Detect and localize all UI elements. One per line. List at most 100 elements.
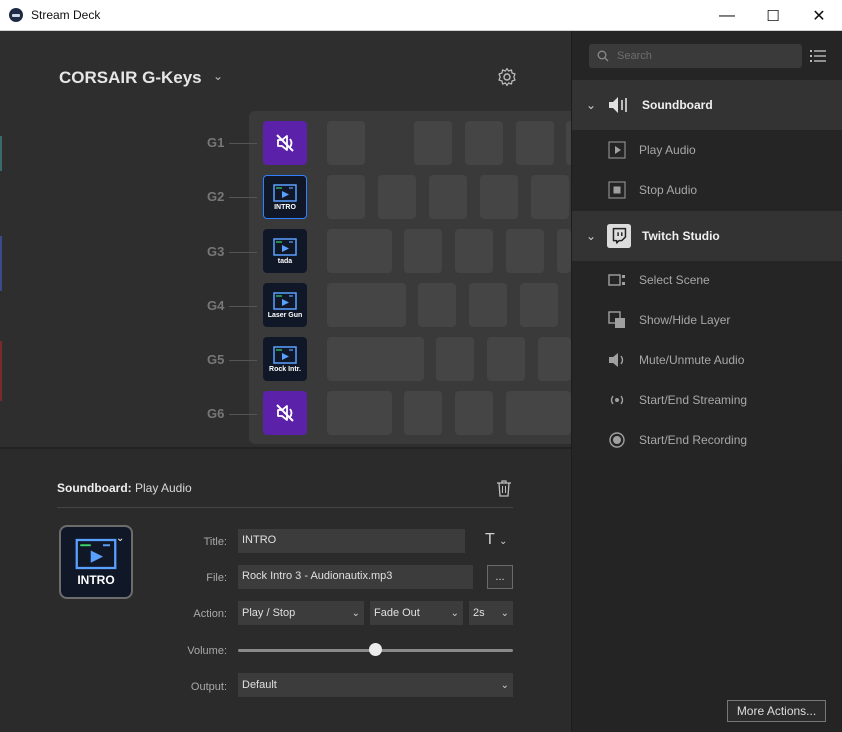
empty-key[interactable] — [404, 229, 442, 273]
g4-key-text: Laser Gun — [267, 311, 303, 319]
file-input[interactable]: Rock Intro 3 - Audionautix.mp3 — [238, 565, 473, 589]
category-soundboard[interactable]: ⌄ Soundboard — [572, 80, 842, 130]
empty-key[interactable] — [327, 283, 406, 327]
action-start-end-streaming[interactable]: Start/End Streaming — [572, 380, 842, 420]
device-name[interactable]: CORSAIR G-Keys — [59, 68, 202, 88]
g6-key[interactable] — [263, 391, 307, 435]
action-play-audio-label: Play Audio — [639, 143, 696, 157]
scene-icon — [607, 270, 627, 290]
g1-connector — [229, 143, 257, 144]
actions-panel: Search ⌄ Soundboard Play Audio Stop Audi… — [571, 31, 842, 732]
layer-icon — [607, 310, 627, 330]
empty-key[interactable] — [531, 175, 569, 219]
empty-key[interactable] — [404, 391, 442, 435]
chevron-down-icon: ⌄ — [500, 607, 509, 619]
action-start-end-recording[interactable]: Start/End Recording — [572, 420, 842, 460]
fade-time-select[interactable]: 2s ⌄ — [469, 601, 513, 625]
empty-key[interactable] — [327, 337, 424, 381]
stop-audio-icon — [607, 180, 627, 200]
fade-time-value: 2s — [473, 607, 485, 619]
video-player-icon — [75, 538, 117, 569]
empty-key[interactable] — [557, 229, 571, 273]
trash-icon[interactable] — [496, 479, 512, 497]
chevron-down-icon: ⌄ — [450, 607, 459, 619]
key-preview-text: INTRO — [77, 572, 115, 587]
minimize-button[interactable]: — — [704, 0, 750, 31]
g3-key[interactable]: tada — [263, 229, 307, 273]
volume-slider-thumb[interactable] — [369, 643, 382, 656]
output-label: Output: — [190, 681, 227, 693]
left-edge-accent — [0, 136, 2, 171]
title-input[interactable]: INTRO — [238, 529, 465, 553]
empty-key[interactable] — [480, 175, 518, 219]
empty-key[interactable] — [327, 229, 392, 273]
chevron-down-icon: ⌄ — [586, 98, 597, 112]
action-select-scene-label: Select Scene — [639, 273, 710, 287]
more-actions-button[interactable]: More Actions... — [727, 700, 826, 722]
action-show-hide-layer-label: Show/Hide Layer — [639, 313, 731, 327]
g5-key[interactable]: Rock Intr. — [263, 337, 307, 381]
font-style-icon[interactable]: T ⌄ — [485, 531, 507, 549]
maximize-button[interactable]: ☐ — [750, 0, 796, 31]
minimize-icon: — — [719, 6, 735, 24]
empty-key[interactable] — [469, 283, 507, 327]
action-stop-audio[interactable]: Stop Audio — [572, 170, 842, 210]
empty-key[interactable] — [455, 229, 493, 273]
close-button[interactable]: ✕ — [796, 0, 842, 31]
g6-connector — [229, 414, 257, 415]
empty-key[interactable] — [465, 121, 503, 165]
empty-key[interactable] — [538, 337, 571, 381]
g2-connector — [229, 197, 257, 198]
g4-connector — [229, 306, 257, 307]
g4-key[interactable]: Laser Gun — [263, 283, 307, 327]
action-select-scene[interactable]: Select Scene — [572, 260, 842, 300]
property-inspector: Soundboard: Play Audio INTRO ⌄ Title: IN… — [0, 447, 571, 732]
gear-icon[interactable] — [497, 67, 517, 87]
empty-key[interactable] — [520, 283, 558, 327]
g2-key[interactable]: INTRO — [263, 175, 307, 219]
divider — [57, 507, 513, 508]
list-view-icon[interactable] — [810, 49, 826, 63]
empty-key[interactable] — [414, 121, 452, 165]
device-dropdown-chevron-icon[interactable]: ⌄ — [213, 69, 223, 83]
mute-icon — [607, 350, 627, 370]
key-image-menu-chevron-icon[interactable]: ⌄ — [116, 533, 124, 544]
empty-key[interactable] — [327, 121, 365, 165]
empty-key[interactable] — [378, 175, 416, 219]
volume-label: Volume: — [187, 645, 227, 657]
empty-key[interactable] — [429, 175, 467, 219]
chevron-down-icon: ⌄ — [351, 607, 360, 619]
empty-key[interactable] — [418, 283, 456, 327]
empty-key[interactable] — [327, 175, 365, 219]
action-stop-audio-label: Stop Audio — [639, 183, 698, 197]
category-twitch-studio[interactable]: ⌄ Twitch Studio — [572, 211, 842, 261]
window-title: Stream Deck — [31, 8, 101, 22]
action-title: Soundboard: Play Audio — [57, 481, 192, 495]
empty-key[interactable] — [527, 391, 571, 435]
empty-key[interactable] — [436, 337, 474, 381]
empty-key[interactable] — [327, 391, 392, 435]
action-select[interactable]: Play / Stop ⌄ — [238, 601, 364, 625]
search-placeholder: Search — [617, 50, 652, 62]
action-play-audio[interactable]: Play Audio — [572, 130, 842, 170]
g1-key[interactable] — [263, 121, 307, 165]
action-mute-unmute-audio[interactable]: Mute/Unmute Audio — [572, 340, 842, 380]
action-select-value: Play / Stop — [242, 607, 296, 619]
title-label: Title: — [203, 536, 227, 548]
action-show-hide-layer[interactable]: Show/Hide Layer — [572, 300, 842, 340]
video-player-icon — [273, 237, 297, 256]
video-player-icon — [273, 345, 297, 364]
empty-key[interactable] — [455, 391, 493, 435]
search-input[interactable]: Search — [589, 44, 802, 68]
browse-file-button[interactable]: ... — [487, 565, 513, 589]
empty-key[interactable] — [516, 121, 554, 165]
empty-key[interactable] — [506, 229, 544, 273]
video-player-icon — [273, 291, 297, 310]
output-select-value: Default — [242, 679, 277, 691]
action-start-end-streaming-label: Start/End Streaming — [639, 393, 748, 407]
action-name: Play Audio — [131, 481, 192, 495]
fade-select[interactable]: Fade Out ⌄ — [370, 601, 463, 625]
speaker-muted-icon — [276, 404, 294, 422]
output-select[interactable]: Default ⌄ — [238, 673, 513, 697]
empty-key[interactable] — [487, 337, 525, 381]
